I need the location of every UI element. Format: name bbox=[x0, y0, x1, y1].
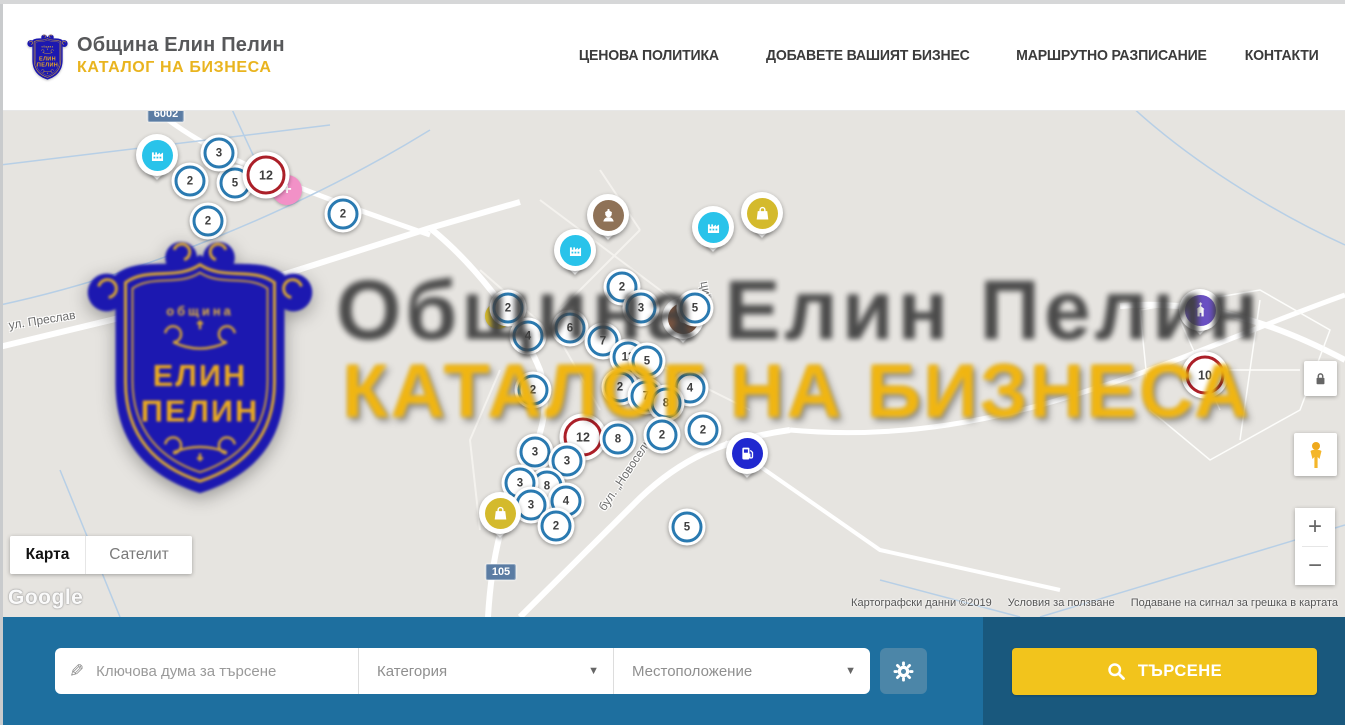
terms-of-use-link[interactable]: Условия за ползване bbox=[1008, 597, 1115, 609]
nav-pricing-policy[interactable]: ЦЕНОВА ПОЛИТИКА bbox=[579, 47, 719, 64]
chevron-down-icon: ▼ bbox=[588, 665, 599, 677]
search-input-group: ✎ Категория ▼ Местоположение ▼ bbox=[55, 648, 870, 694]
road-shield-label: 105 bbox=[486, 564, 516, 580]
map-marker-cluster[interactable]: 2 bbox=[325, 196, 362, 233]
category-select[interactable]: Категория ▼ bbox=[359, 648, 614, 694]
zoom-out-button[interactable]: − bbox=[1295, 547, 1335, 585]
main-nav: ЦЕНОВА ПОЛИТИКА ДОБАВЕТЕ ВАШИЯТ БИЗНЕС М… bbox=[570, 47, 1319, 64]
keyword-search-input[interactable] bbox=[94, 662, 358, 681]
map-marker-cluster[interactable]: 2 bbox=[172, 163, 209, 200]
location-select-label: Местоположение bbox=[632, 663, 752, 680]
site-header: Община Елин Пелин КАТАЛОГ НА БИЗНЕСА ЦЕН… bbox=[0, 0, 1345, 111]
map-view-button[interactable]: Карта bbox=[10, 536, 86, 574]
zoom-control: + − bbox=[1295, 508, 1335, 585]
road-shield-label: 6002 bbox=[148, 110, 184, 122]
zoom-in-button[interactable]: + bbox=[1295, 508, 1335, 546]
search-bar-right: ТЪРСЕНЕ bbox=[983, 617, 1345, 725]
advanced-settings-gear-button[interactable] bbox=[880, 648, 927, 694]
satellite-view-button[interactable]: Сателит bbox=[86, 536, 192, 574]
gear-icon bbox=[892, 660, 915, 683]
pegman-icon bbox=[1303, 440, 1329, 470]
map-marker-cluster[interactable]: 3 bbox=[201, 135, 238, 172]
location-select[interactable]: Местоположение ▼ bbox=[614, 648, 870, 694]
padlock-icon bbox=[1310, 368, 1331, 390]
nav-contacts[interactable]: КОНТАКТИ bbox=[1245, 47, 1319, 64]
report-map-error-link[interactable]: Подаване на сигнал за грешка в картата bbox=[1131, 597, 1338, 609]
category-select-label: Категория bbox=[377, 663, 447, 680]
map-marker-cluster[interactable]: 12 bbox=[243, 152, 290, 199]
search-bar-left: ✎ Категория ▼ Местоположение ▼ bbox=[0, 617, 983, 725]
search-icon bbox=[1106, 661, 1127, 682]
search-button[interactable]: ТЪРСЕНЕ bbox=[1012, 648, 1317, 695]
map-canvas[interactable]: 6002105ул. Преславбул. „Новоселци“ци“ 2+… bbox=[0, 110, 1345, 617]
fullscreen-lock-button[interactable] bbox=[1304, 361, 1337, 396]
map-marker-pin-factory[interactable] bbox=[692, 206, 734, 248]
nav-route-schedule[interactable]: МАРШРУТНО РАЗПИСАНИЕ bbox=[1016, 47, 1207, 64]
google-logo[interactable]: Google bbox=[8, 586, 83, 610]
search-bar: ✎ Категория ▼ Местоположение ▼ bbox=[0, 617, 1345, 725]
keyword-field-wrap: ✎ bbox=[55, 648, 359, 694]
map-data-copyright: Картографски данни ©2019 bbox=[851, 597, 992, 609]
map-marker-cluster[interactable]: 5 bbox=[669, 509, 706, 546]
map-attribution: Картографски данни ©2019 Условия за полз… bbox=[851, 597, 1338, 609]
street-view-pegman-button[interactable] bbox=[1294, 433, 1337, 476]
map-marker-pin-factory[interactable] bbox=[136, 134, 178, 176]
pencil-icon: ✎ bbox=[69, 661, 84, 682]
chevron-down-icon: ▼ bbox=[845, 665, 856, 677]
municipality-crest-logo bbox=[27, 29, 68, 82]
nav-add-your-business[interactable]: ДОБАВЕТЕ ВАШИЯТ БИЗНЕС bbox=[766, 47, 970, 64]
map-marker-pin-fuel[interactable] bbox=[726, 432, 768, 474]
map-type-control: Карта Сателит bbox=[10, 536, 192, 574]
watermark-subtitle: КАТАЛОГ НА БИЗНЕСА bbox=[342, 348, 1251, 435]
watermark-title: Община Елин Пелин bbox=[336, 262, 1262, 359]
map-marker-pin-bag[interactable] bbox=[479, 492, 521, 534]
watermark-crest bbox=[85, 215, 315, 503]
map-marker-cluster[interactable]: 2 bbox=[538, 508, 575, 545]
search-button-label: ТЪРСЕНЕ bbox=[1138, 662, 1222, 681]
map-marker-pin-bag[interactable] bbox=[741, 192, 783, 234]
site-subtitle: КАТАЛОГ НА БИЗНЕСА bbox=[77, 59, 285, 77]
brand[interactable]: Община Елин Пелин КАТАЛОГ НА БИЗНЕСА bbox=[27, 29, 285, 82]
site-title: Община Елин Пелин bbox=[77, 34, 285, 57]
brand-text: Община Елин Пелин КАТАЛОГ НА БИЗНЕСА bbox=[77, 34, 285, 77]
